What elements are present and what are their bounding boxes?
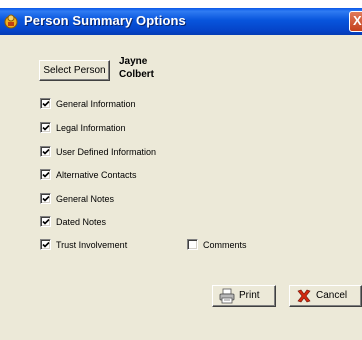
select-person-button[interactable]: Select Person	[39, 60, 110, 81]
option-label: Legal Information	[56, 123, 126, 133]
person-first-name: Jayne	[119, 56, 148, 67]
printer-icon	[219, 288, 235, 312]
close-button[interactable]: X	[349, 11, 362, 32]
checkbox[interactable]	[187, 239, 198, 250]
option-label: Comments	[203, 240, 247, 250]
cancel-icon	[296, 288, 312, 312]
checkbox[interactable]	[40, 216, 51, 227]
option-label: General Notes	[56, 194, 115, 204]
option-label: Alternative Contacts	[56, 170, 137, 180]
cancel-button[interactable]: Cancel	[289, 285, 362, 307]
checkbox[interactable]	[40, 122, 51, 133]
option-label: Trust Involvement	[56, 240, 128, 250]
checkbox[interactable]	[40, 239, 51, 250]
option-label: Dated Notes	[56, 217, 107, 227]
app-icon	[3, 13, 19, 29]
title-bar[interactable]: Person Summary Options X	[0, 8, 362, 35]
cancel-label: Cancel	[316, 290, 348, 301]
dialog-content: Select Person Jayne Colbert General Info…	[0, 35, 362, 340]
print-label: Print	[239, 290, 260, 301]
checkbox[interactable]	[40, 146, 51, 157]
checkbox[interactable]	[40, 169, 51, 180]
person-summary-options-window: Person Summary Options X Select Person J…	[0, 0, 362, 340]
person-last-name: Colbert	[119, 69, 154, 80]
option-label: General Information	[56, 99, 136, 109]
close-icon: X	[353, 13, 362, 28]
window-title: Person Summary Options	[24, 13, 186, 28]
checkbox[interactable]	[40, 98, 51, 109]
top-strip	[0, 0, 362, 8]
checkbox[interactable]	[40, 193, 51, 204]
print-button[interactable]: Print	[212, 285, 276, 307]
option-label: User Defined Information	[56, 147, 157, 157]
